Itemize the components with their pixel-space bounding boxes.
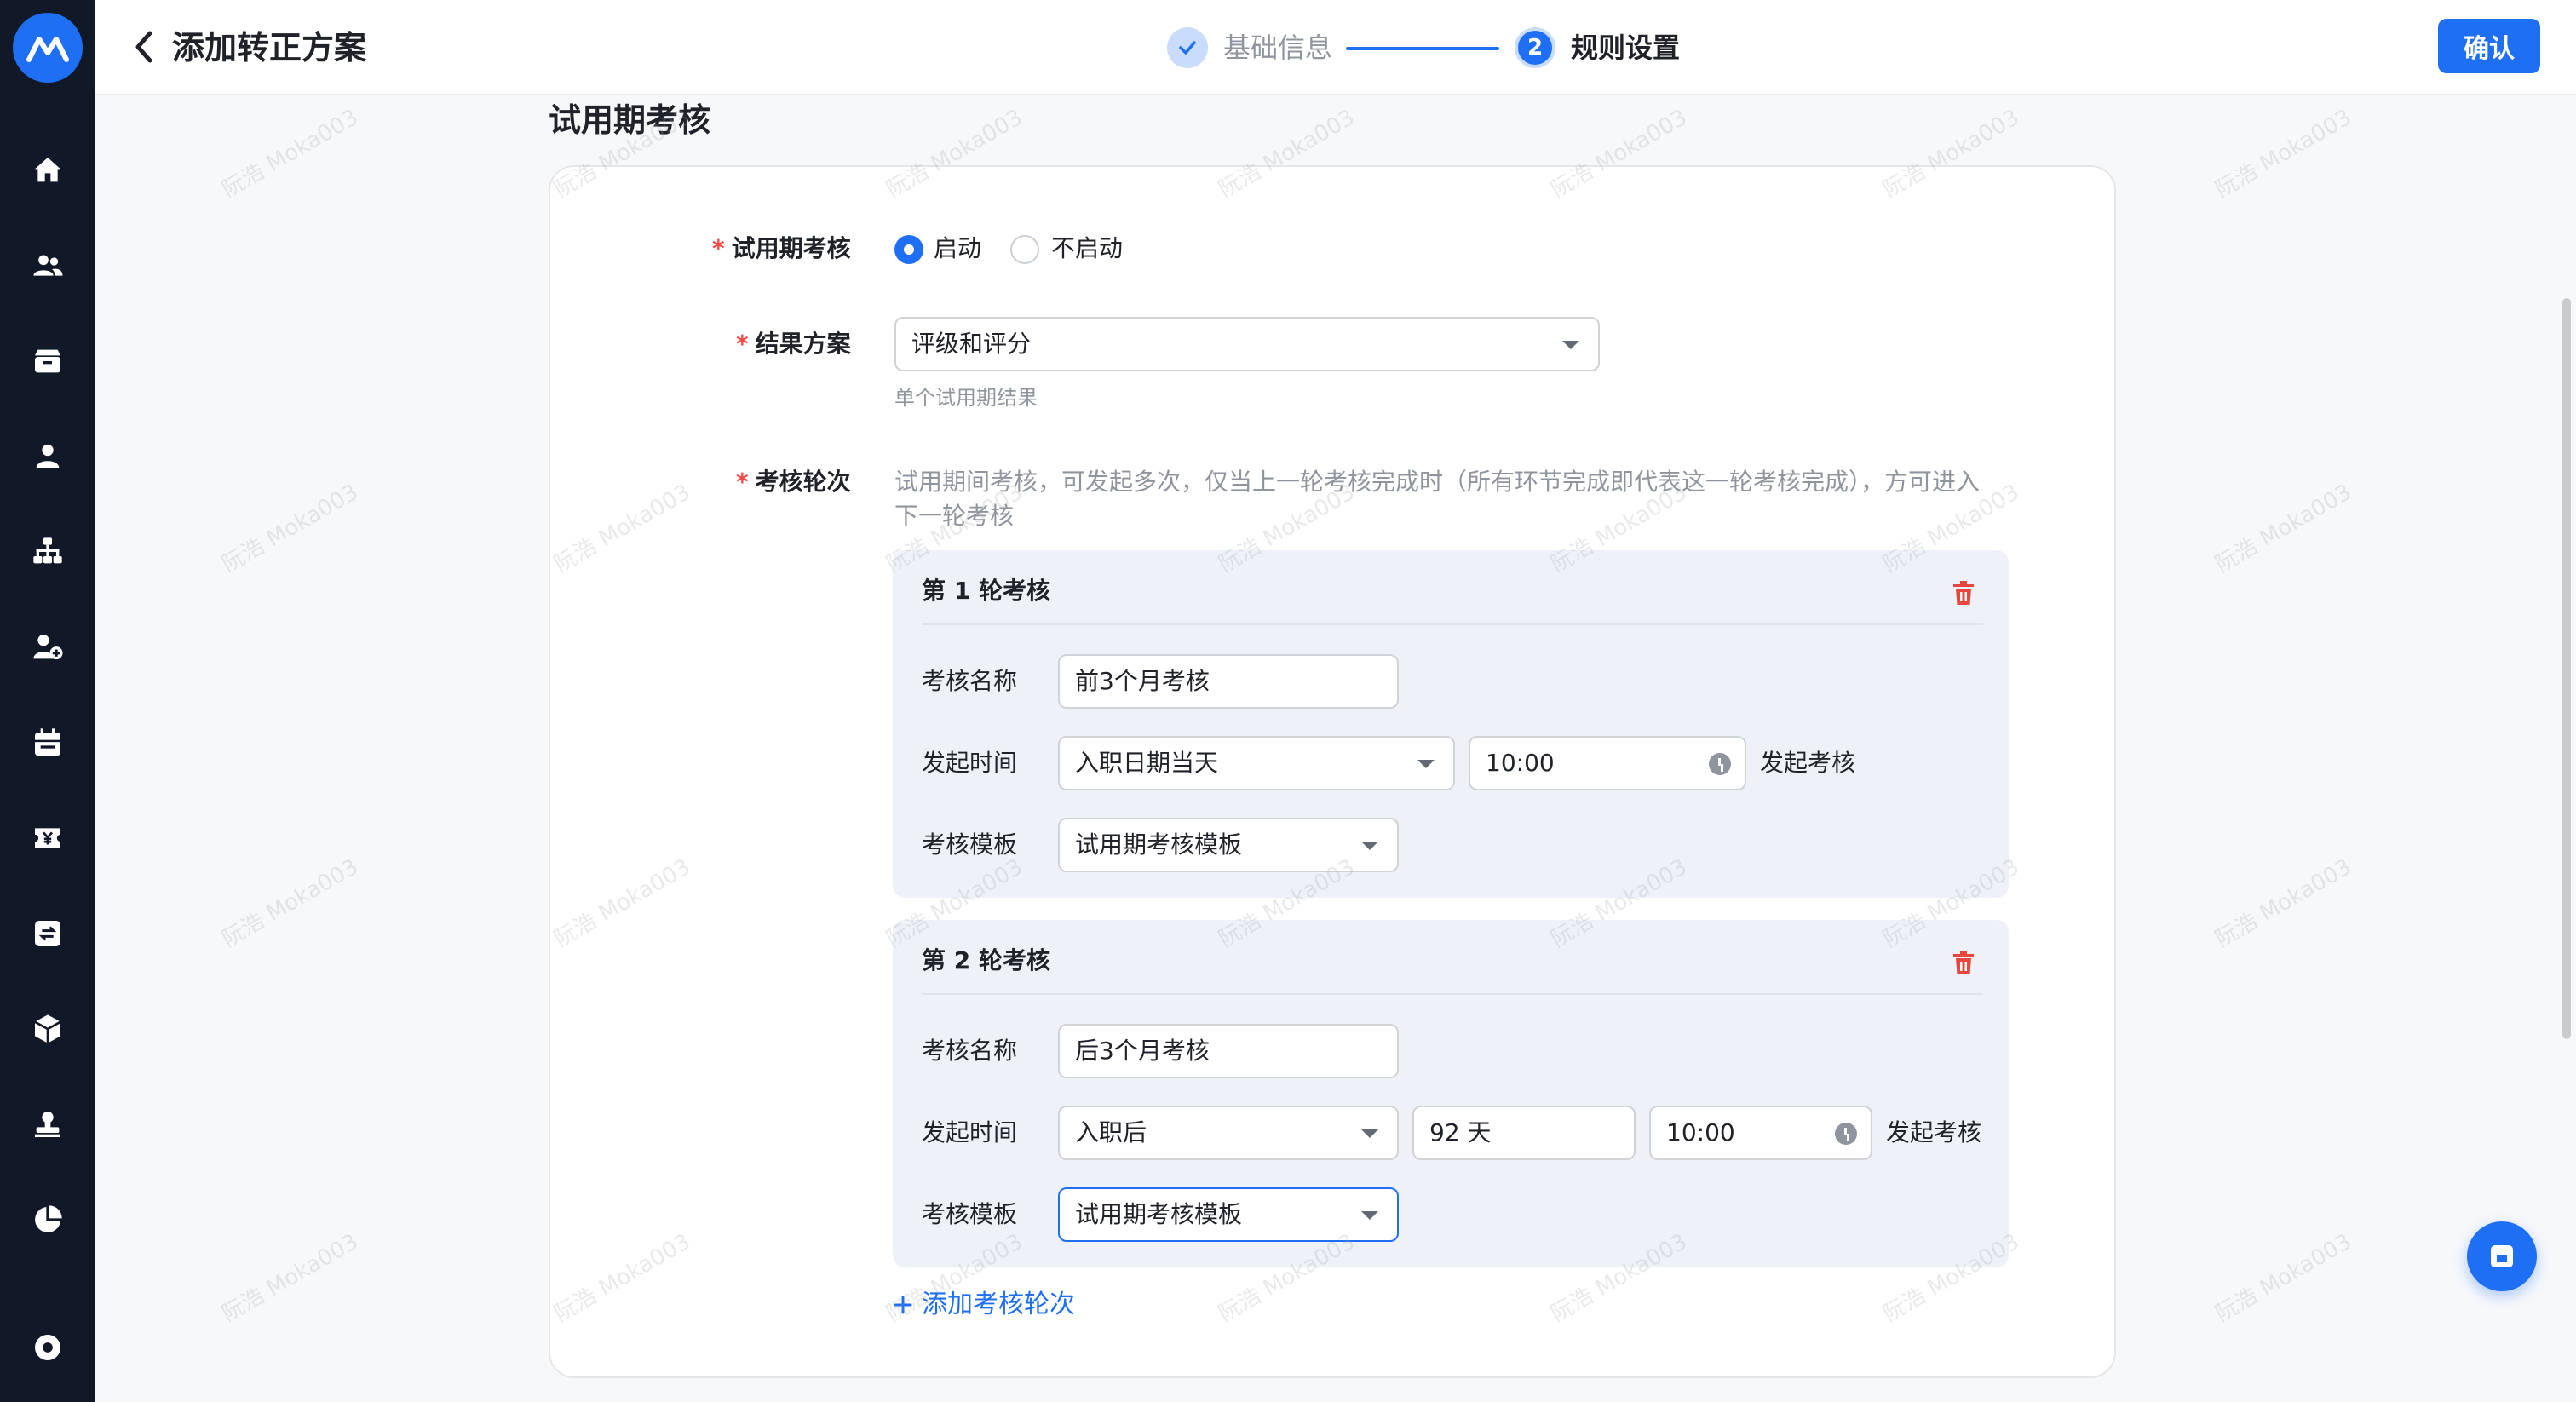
settings-icon[interactable] [29,1329,66,1366]
round-title: 第 1 轮考核 [922,577,1050,605]
delete-trash-icon[interactable] [1951,949,1976,976]
step-2-number: 2 [1515,27,1555,68]
round-name-input[interactable]: 后3个月考核 [1058,1024,1399,1078]
time-picker[interactable]: 10:00 [1649,1106,1872,1160]
chevron-down-icon [1361,1211,1378,1220]
time-suffix: 发起考核 [1760,749,1856,777]
top-bar: 添加转正方案 基础信息 2 规则设置 确认 [95,0,2576,95]
page-title: 添加转正方案 [172,29,367,66]
radio-enable[interactable] [894,235,923,264]
stamp-icon[interactable] [29,1106,66,1143]
template-select[interactable]: 试用期考核模板 [1058,1187,1399,1242]
probation-label: * 试用期考核 [712,234,851,262]
template-label: 考核模板 [922,1200,1018,1228]
person-add-icon[interactable] [29,629,66,666]
divider [922,993,1983,995]
watermark: 阮浩 Moka003 [2211,479,2356,578]
result-label: * 结果方案 [736,330,851,358]
confirm-button[interactable]: 确认 [2438,19,2540,73]
watermark: 阮浩 Moka003 [2211,104,2356,204]
back-chevron-icon[interactable] [124,27,164,66]
clock-icon [1835,1123,1857,1145]
radio-disable[interactable] [1010,235,1039,264]
chevron-down-icon [1562,341,1579,349]
name-label: 考核名称 [922,667,1018,695]
divider [922,623,1983,625]
sidebar [0,0,95,1402]
radio-disable-label[interactable]: 不启动 [1051,232,1123,266]
time-picker[interactable]: 10:00 [1469,736,1746,790]
users-icon[interactable] [29,247,66,284]
calendar-icon[interactable] [29,724,66,761]
box-icon[interactable] [29,342,66,380]
section-title: 试用期考核 [549,101,711,139]
watermark: 阮浩 Moka003 [2211,1228,2356,1328]
days-input[interactable]: 92 天 [1412,1106,1636,1160]
step-done-check-icon [1167,27,1208,68]
delete-trash-icon[interactable] [1951,579,1976,606]
chevron-down-icon [1361,1129,1378,1138]
template-label: 考核模板 [922,830,1018,859]
add-round-button[interactable]: 添加考核轮次 [893,1286,1075,1324]
time-type-select[interactable]: 入职日期当天 [1058,736,1455,790]
time-label: 发起时间 [922,1118,1018,1146]
watermark: 阮浩 Moka003 [217,104,363,204]
home-icon[interactable] [29,152,66,189]
step-2-label[interactable]: 规则设置 [1571,29,1680,66]
watermark: 阮浩 Moka003 [217,1228,363,1328]
pie-chart-icon[interactable] [29,1201,66,1238]
moka-logo[interactable] [13,13,83,83]
watermark: 阮浩 Moka003 [2211,853,2356,953]
result-hint: 单个试用期结果 [894,386,1038,410]
person-icon[interactable] [29,438,66,475]
scrollbar[interactable] [2562,298,2571,1039]
time-type-select[interactable]: 入职后 [1058,1106,1399,1160]
org-chart-icon[interactable] [29,533,66,571]
yen-ticket-icon[interactable] [29,819,66,857]
step-1-label[interactable]: 基础信息 [1223,29,1332,66]
chevron-down-icon [1417,760,1435,768]
clock-icon [1709,753,1731,775]
transfer-icon[interactable] [29,915,66,952]
round-card-1: 第 1 轮考核 考核名称 前3个月考核 发起时间 入职日期当天 10:00 发起… [893,550,2009,898]
chevron-down-icon [1361,842,1378,850]
watermark: 阮浩 Moka003 [217,479,363,578]
watermark: 阮浩 Moka003 [217,853,363,953]
time-suffix: 发起考核 [1886,1118,1982,1146]
result-select[interactable]: 评级和评分 [894,317,1600,371]
step-connector [1346,47,1499,50]
floating-help-button[interactable] [2467,1221,2537,1291]
rounds-label: * 考核轮次 [736,468,851,496]
round-title: 第 2 轮考核 [922,946,1050,974]
rounds-description: 试用期间考核，可发起多次，仅当上一轮考核完成时（所有环节完成即代表这一轮考核完成… [894,468,1981,530]
cube-icon[interactable] [29,1010,66,1048]
template-select[interactable]: 试用期考核模板 [1058,818,1399,872]
round-card-2: 第 2 轮考核 考核名称 后3个月考核 发起时间 入职后 92 天 10:00 … [893,920,2009,1267]
time-label: 发起时间 [922,749,1018,777]
name-label: 考核名称 [922,1037,1018,1065]
radio-enable-label[interactable]: 启动 [934,232,981,266]
round-name-input[interactable]: 前3个月考核 [1058,654,1399,709]
plus-icon [894,1296,912,1314]
